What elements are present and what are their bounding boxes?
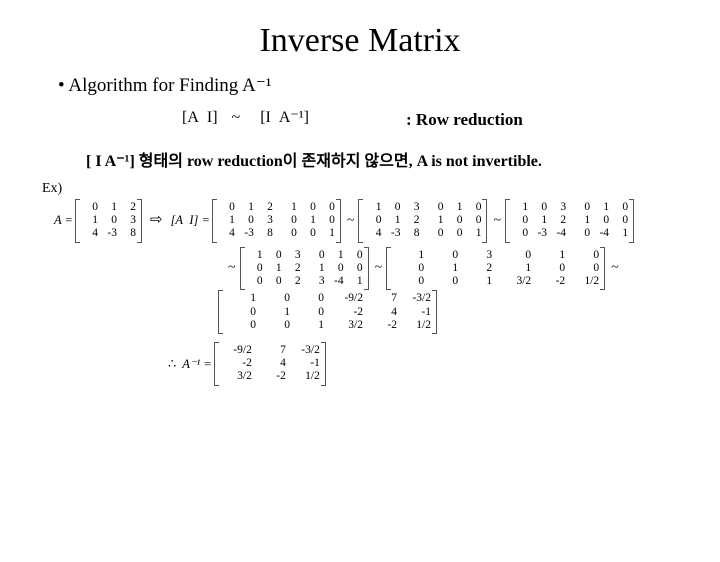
matrix-A-inverse: -9/27-3/2-24-13/2-21/2 [216, 342, 324, 386]
matrix-s4: 1030100121000013/2-21/2 [388, 247, 603, 291]
example-row-1: A = 0121034-38 ⇨ [A I] = 0121001030104-3… [54, 199, 720, 243]
rr-left: [A I] [182, 109, 218, 126]
a-equals-label: A = [54, 213, 73, 228]
example-row-2: ~ 1030100121000023-41 ~ 1030100121000013… [220, 247, 720, 334]
ai-equals-label: [A I] = [171, 213, 210, 228]
matrix-s3: 1030100121000023-41 [242, 247, 367, 291]
example-label: Ex) [42, 181, 720, 197]
noninvertible-condition: [ I A⁻¹] 형태의 row reduction이 존재하지 않으면, A … [86, 147, 720, 171]
row-reduction-label: : Row reduction [406, 110, 523, 130]
rr-right: [I A⁻¹] [260, 109, 309, 126]
matrix-s1: 1030100121004-38001 [360, 199, 485, 243]
tilde-icon: ~ [611, 260, 619, 276]
tilde-icon: ~ [228, 260, 236, 276]
matrix-s2: 1030100121000-3-40-41 [507, 199, 632, 243]
page-title: Inverse Matrix [0, 22, 720, 60]
tilde-icon: ~ [493, 213, 501, 229]
matrix-AI: 0121001030104-38001 [214, 199, 339, 243]
tilde-icon: ~ [347, 213, 355, 229]
row-reduction-expression: [A I] ~ [I A⁻¹] [182, 107, 309, 127]
arrow-icon: ⇨ [150, 210, 163, 229]
tilde-icon: ~ [375, 260, 383, 276]
matrix-s5: 100-9/27-3/2010-24-10013/2-21/2 [220, 290, 435, 334]
example-result-row: ∴ A⁻¹ = -9/27-3/2-24-13/2-21/2 [168, 342, 720, 386]
matrix-A: 0121034-38 [77, 199, 140, 243]
rr-tilde: ~ [232, 109, 241, 126]
therefore-symbol: ∴ [168, 356, 176, 372]
a-inverse-equals-label: A⁻¹ = [182, 356, 212, 372]
subheading: • Algorithm for Finding A⁻¹ [58, 74, 720, 97]
row-reduction-line: [A I] ~ [I A⁻¹] : Row reduction [0, 107, 720, 139]
